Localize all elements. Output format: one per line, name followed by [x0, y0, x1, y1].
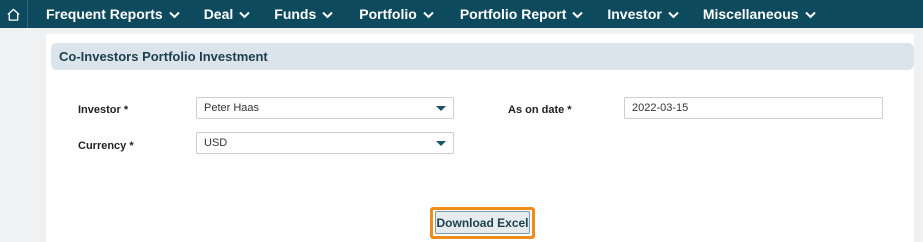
panel-title: Co-Investors Portfolio Investment	[59, 49, 268, 64]
currency-label: Currency *	[78, 140, 134, 152]
chevron-down-icon	[168, 11, 180, 19]
chevron-down-icon	[239, 11, 250, 19]
dropdown-caret-icon	[436, 106, 446, 111]
chevron-down-icon	[423, 11, 434, 19]
nav-portfolio-report[interactable]: Portfolio Report	[460, 0, 584, 28]
home-button[interactable]	[0, 0, 28, 28]
nav-label: Frequent Reports	[46, 6, 163, 22]
chevron-down-icon	[804, 11, 816, 19]
as-on-date-value: 2022-03-15	[632, 102, 689, 114]
nav-label: Portfolio	[359, 6, 417, 22]
nav-funds[interactable]: Funds	[274, 0, 333, 28]
home-icon	[7, 8, 20, 21]
chevron-down-icon	[572, 11, 584, 19]
nav-label: Deal	[203, 6, 234, 22]
nav-frequent-reports[interactable]: Frequent Reports	[46, 0, 180, 28]
top-navbar: Frequent Reports Deal Funds Portfolio Po…	[0, 0, 923, 28]
nav-label: Funds	[274, 6, 317, 22]
investor-select-value: Peter Haas	[204, 102, 260, 114]
chevron-down-icon	[668, 11, 679, 19]
as-on-date-input[interactable]: 2022-03-15	[624, 97, 883, 119]
download-excel-button[interactable]: Download Excel	[435, 211, 530, 234]
nav-label: Miscellaneous	[702, 6, 799, 22]
nav-investor[interactable]: Investor	[607, 0, 679, 28]
nav-miscellaneous[interactable]: Miscellaneous	[703, 0, 816, 28]
nav-deal[interactable]: Deal	[204, 0, 251, 28]
currency-select-value: USD	[204, 137, 228, 149]
nav-label: Portfolio Report	[459, 6, 567, 22]
investor-select[interactable]: Peter Haas	[196, 97, 454, 119]
nav-portfolio[interactable]: Portfolio	[359, 0, 434, 28]
currency-select[interactable]: USD	[196, 132, 454, 154]
nav-label: Investor	[607, 6, 662, 22]
chevron-down-icon	[322, 11, 333, 19]
as-on-date-label: As on date *	[508, 104, 572, 116]
dropdown-caret-icon	[436, 141, 446, 146]
investor-label: Investor *	[78, 104, 129, 116]
